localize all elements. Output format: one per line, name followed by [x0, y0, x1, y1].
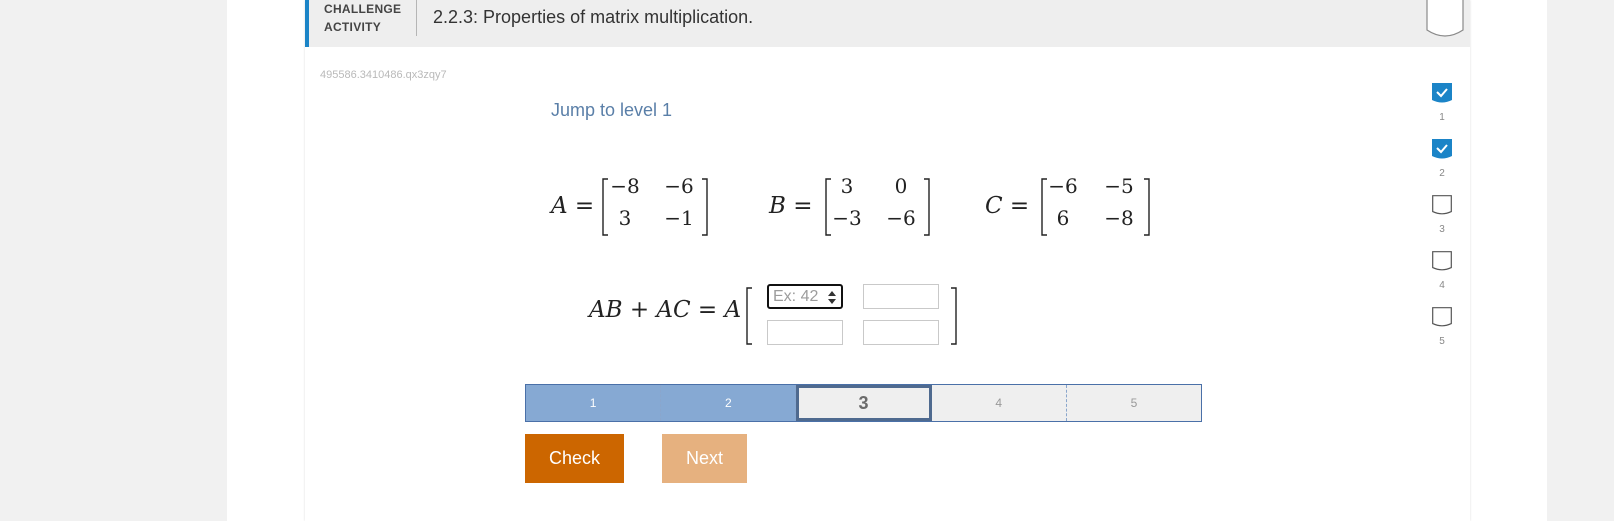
level-item-1[interactable]: 1: [1427, 83, 1457, 124]
matrix-c-cell: −5: [1104, 174, 1134, 198]
answer-field[interactable]: [768, 321, 842, 344]
activity-type-line2: ACTIVITY: [324, 20, 382, 34]
matrix-c-cell: 6: [1056, 206, 1070, 230]
activity-header: CHALLENGE ACTIVITY 2.2.3: Properties of …: [305, 0, 1470, 47]
checked-level-icon: [1432, 83, 1452, 103]
activity-id: 495586.3410486.qx3zqy7: [320, 69, 447, 81]
level-number: 4: [1439, 280, 1445, 291]
next-button[interactable]: Next: [662, 434, 747, 483]
check-button[interactable]: Check: [525, 434, 624, 483]
answer-input-r2c1[interactable]: [767, 320, 843, 345]
matrix-c-cell: −6: [1048, 174, 1078, 198]
level-progress-bar: 1 2 3 4 5: [525, 384, 1202, 422]
completion-badge-icon: [1426, 0, 1464, 37]
matrix-c-name: C =: [985, 193, 1030, 219]
checked-level-icon: [1432, 139, 1452, 159]
level-item-5[interactable]: 5: [1427, 307, 1457, 348]
spinner-arrows-icon[interactable]: [828, 291, 836, 304]
challenge-activity-card: CHALLENGE ACTIVITY 2.2.3: Properties of …: [305, 0, 1470, 521]
matrix-a-name: A =: [551, 193, 595, 219]
matrix-b-cell: −3: [832, 206, 862, 230]
answer-field[interactable]: [864, 321, 938, 344]
unchecked-level-icon: [1432, 251, 1452, 271]
matrix-c-cell: −8: [1104, 206, 1134, 230]
activity-title: 2.2.3: Properties of matrix multiplicati…: [433, 7, 754, 27]
jump-to-level-link[interactable]: Jump to level 1: [551, 100, 672, 121]
answer-input-r2c2[interactable]: [863, 320, 939, 345]
level-number: 1: [1439, 112, 1445, 123]
matrix-a-cell: −8: [610, 174, 640, 198]
unchecked-level-icon: [1432, 307, 1452, 327]
matrix-b-cell: −6: [886, 206, 916, 230]
progress-segment-2[interactable]: 2: [661, 385, 797, 421]
level-number: 3: [1439, 224, 1445, 235]
level-number: 5: [1439, 336, 1445, 347]
progress-segment-3[interactable]: 3: [796, 385, 932, 421]
matrix-b-right-bracket: [924, 178, 930, 236]
matrix-a-right-bracket: [702, 178, 708, 236]
matrix-a-cell: −1: [664, 206, 694, 230]
matrix-a-cell: 3: [618, 206, 632, 230]
progress-segment-4[interactable]: 4: [931, 385, 1067, 421]
progress-segment-1[interactable]: 1: [526, 385, 662, 421]
matrix-b-cell: 0: [894, 174, 908, 198]
matrix-a-cell: −6: [664, 174, 694, 198]
answer-left-bracket: [746, 287, 752, 345]
answer-right-bracket: [951, 287, 957, 345]
answer-input-r1c1[interactable]: [767, 284, 843, 309]
answer-input-r1c2[interactable]: [863, 284, 939, 309]
level-item-2[interactable]: 2: [1427, 139, 1457, 180]
activity-type-label: CHALLENGE ACTIVITY: [324, 0, 417, 36]
level-number: 2: [1439, 168, 1445, 179]
matrix-b-cell: 3: [840, 174, 854, 198]
activity-type-line1: CHALLENGE: [324, 2, 402, 16]
level-item-4[interactable]: 4: [1427, 251, 1457, 292]
equation-lhs: AB + AC = A: [589, 297, 742, 323]
matrix-c-right-bracket: [1144, 178, 1150, 236]
level-item-3[interactable]: 3: [1427, 195, 1457, 236]
matrix-b-name: B =: [769, 193, 813, 219]
answer-field[interactable]: [864, 285, 938, 308]
progress-segment-5[interactable]: 5: [1066, 385, 1202, 421]
unchecked-level-icon: [1432, 195, 1452, 215]
